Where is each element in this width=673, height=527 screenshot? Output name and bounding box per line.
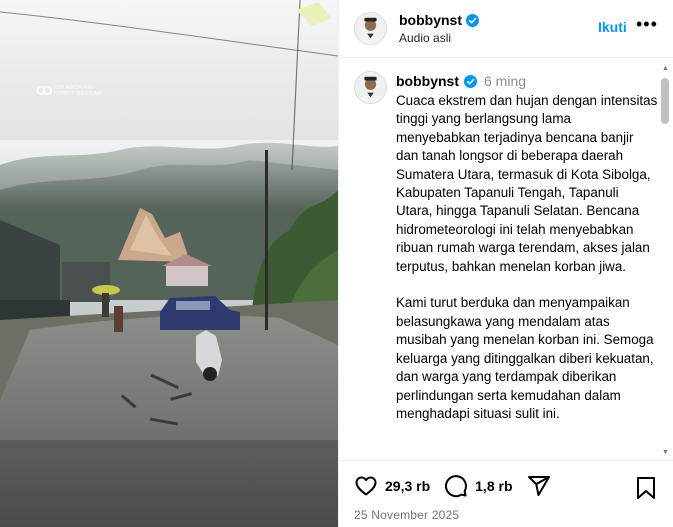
verified-badge-icon: [464, 74, 477, 88]
scroll-up-icon[interactable]: ▲: [662, 65, 670, 73]
collab-watermark: CO KOLABORASI SUMUT BERKAH: [36, 83, 102, 98]
collab-text: KOLABORASI SUMUT BERKAH: [54, 85, 102, 97]
flood-landslide-photo: [0, 0, 338, 527]
like-count[interactable]: 29,3 rb: [385, 478, 430, 494]
caption-text: Cuaca ekstrem dan hujan dengan intensita…: [396, 93, 658, 421]
caption-username[interactable]: bobbynst: [396, 73, 459, 89]
post-date[interactable]: 25 November 2025: [354, 508, 459, 522]
share-action: [527, 474, 551, 498]
post-media[interactable]: CO KOLABORASI SUMUT BERKAH: [0, 0, 338, 527]
collab-mark: CO: [36, 83, 52, 98]
more-icon[interactable]: •••: [636, 15, 658, 37]
action-bar: 29,3 rb 1,8 rb: [354, 474, 565, 498]
post-panel: bobbynst Audio asli Ikuti ••• bobbynst 6…: [338, 0, 673, 527]
comment-icon[interactable]: [444, 474, 468, 498]
bookmark-icon[interactable]: [635, 476, 657, 500]
collab-line2: SUMUT BERKAH: [53, 90, 102, 97]
caption-header: bobbynst 6 ming: [396, 73, 526, 89]
header-username-row: bobbynst: [399, 12, 479, 28]
post-footer: 29,3 rb 1,8 rb 25 November 2025: [339, 460, 673, 527]
comment-count[interactable]: 1,8 rb: [475, 478, 512, 494]
profile-avatar-icon: [355, 13, 386, 44]
like-action: 29,3 rb: [354, 474, 430, 498]
comment-action: 1,8 rb: [444, 474, 513, 498]
caption-time[interactable]: 6 ming: [484, 73, 526, 89]
share-icon[interactable]: [527, 474, 551, 498]
comments-section: bobbynst 6 ming Cuaca ekstrem dan hujan …: [339, 59, 673, 460]
scroll-down-icon[interactable]: ▼: [662, 449, 670, 457]
audio-label[interactable]: Audio asli: [399, 31, 451, 45]
caption-avatar[interactable]: [354, 71, 387, 104]
post-header: bobbynst Audio asli Ikuti •••: [339, 0, 673, 58]
header-username[interactable]: bobbynst: [399, 12, 462, 28]
scrollbar-thumb[interactable]: [661, 78, 669, 124]
profile-avatar-icon: [355, 72, 386, 103]
heart-icon[interactable]: [354, 474, 378, 498]
verified-badge-icon: [466, 13, 479, 27]
avatar[interactable]: [354, 12, 387, 45]
follow-button[interactable]: Ikuti: [598, 19, 627, 35]
